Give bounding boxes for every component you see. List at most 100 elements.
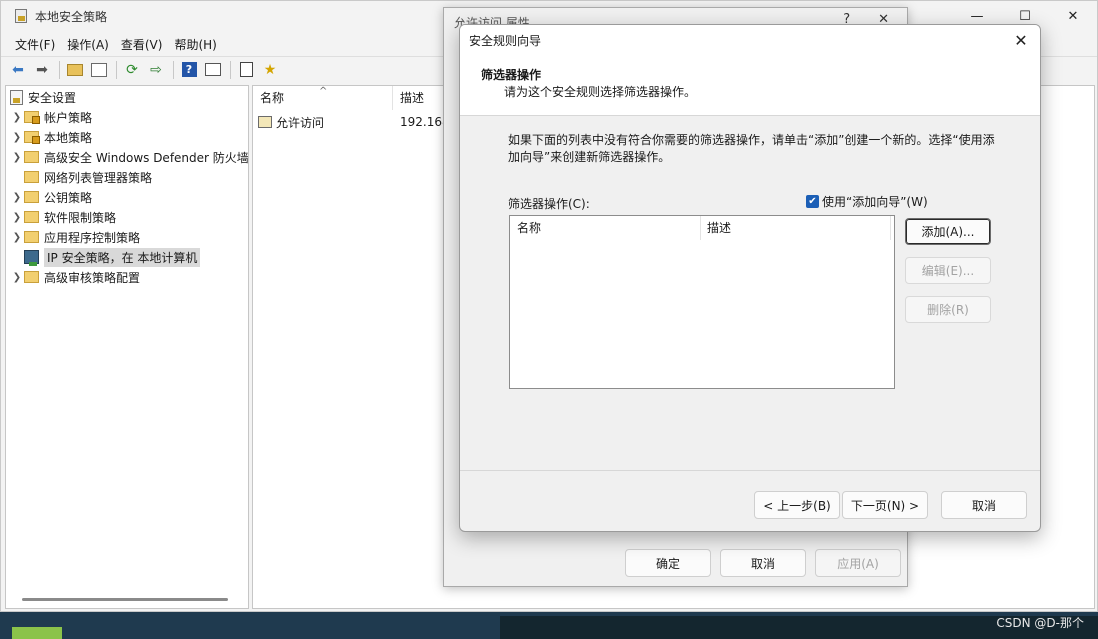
chevron-right-icon[interactable]: ❯	[10, 212, 24, 223]
column-header-label: 名称	[517, 221, 542, 235]
folder-icon	[24, 111, 40, 124]
menu-help[interactable]: 帮助(H)	[168, 36, 222, 53]
folder-icon	[24, 271, 39, 283]
cancel-button[interactable]: 取消	[941, 491, 1027, 519]
folder-icon	[24, 191, 39, 203]
tree-item-account-policies[interactable]: ❯ 帐户策略	[10, 107, 92, 127]
close-icon[interactable]: ✕	[1006, 27, 1036, 53]
desktop-icon[interactable]	[12, 627, 62, 639]
action-pane-button[interactable]	[202, 59, 224, 81]
show-hide-tree-button[interactable]	[88, 59, 110, 81]
close-button[interactable]: ✕	[1049, 1, 1097, 31]
sort-ascending-icon: ^	[319, 86, 328, 97]
menu-view[interactable]: 查看(V)	[115, 36, 169, 53]
tree-label: 高级审核策略配置	[44, 270, 141, 285]
tree-label: 安全设置	[28, 90, 77, 105]
tree-label: IP 安全策略，在 本地计算机	[44, 247, 201, 267]
column-header-description[interactable]: 描述	[393, 86, 424, 110]
chevron-right-icon[interactable]: ❯	[10, 152, 24, 163]
tree-item-network-list[interactable]: 网络列表管理器策略	[10, 167, 152, 187]
wizard-description: 如果下面的列表中没有符合你需要的筛选器操作，请单击“添加”创建一个新的。选择“使…	[508, 133, 995, 164]
menu-action[interactable]: 操作(A)	[61, 36, 115, 53]
chevron-right-icon[interactable]: ❯	[10, 112, 24, 123]
filter-action-icon	[258, 116, 272, 128]
toolbar-separator	[116, 60, 117, 79]
wizard-step-title: 筛选器操作	[481, 68, 542, 82]
help-button[interactable]: ?	[178, 59, 200, 81]
up-one-level-button[interactable]	[64, 59, 86, 81]
chevron-right-icon[interactable]: ❯	[10, 272, 24, 283]
filter-action-list-label: 筛选器操作(C):	[508, 197, 590, 211]
tree-item-public-key[interactable]: ❯ 公钥策略	[10, 187, 92, 207]
wizard-title: 安全规则向导	[469, 33, 542, 48]
tree-label: 本地策略	[44, 130, 93, 145]
apply-button[interactable]: 应用(A)	[815, 549, 901, 577]
folder-up-icon	[67, 63, 83, 76]
security-rule-wizard: 安全规则向导 ✕ 筛选器操作 请为这个安全规则选择筛选器操作。 如果下面的列表中…	[459, 24, 1041, 532]
folder-icon	[24, 131, 40, 144]
column-header-label: 描述	[400, 91, 425, 105]
refresh-button[interactable]: ⟳	[121, 59, 143, 81]
tree-item-local-policies[interactable]: ❯ 本地策略	[10, 127, 92, 147]
list-item[interactable]: 允许访问 192.168	[258, 113, 450, 131]
security-settings-icon	[10, 89, 23, 105]
arrow-right-icon: ➡	[36, 61, 48, 78]
folder-icon	[24, 211, 39, 223]
tree-label: 应用程序控制策略	[44, 230, 141, 245]
security-policy-icon	[15, 9, 27, 23]
tree-label: 高级安全 Windows Defender 防火墙	[44, 150, 249, 165]
toolbar-separator	[173, 60, 174, 79]
tree-item-ipsec[interactable]: IP 安全策略，在 本地计算机	[10, 247, 201, 267]
tree-label: 软件限制策略	[44, 210, 117, 225]
folder-icon	[24, 171, 39, 183]
star-icon: ★	[263, 61, 277, 78]
export-list-button[interactable]: ⇨	[145, 59, 167, 81]
column-header-label: 名称	[260, 91, 285, 105]
arrow-left-icon: ⬅	[12, 61, 24, 78]
column-header-name[interactable]: ^ 名称	[253, 86, 393, 110]
tree-item-software-restriction[interactable]: ❯ 软件限制策略	[10, 207, 116, 227]
help-icon: ?	[181, 62, 197, 77]
console-tree[interactable]: 安全设置 ❯ 帐户策略 ❯ 本地策略 ❯ 高级安全 Windows Defend…	[5, 85, 249, 609]
column-header-label: 描述	[707, 221, 732, 235]
toolbar-separator	[230, 60, 231, 79]
wizard-header: 筛选器操作 请为这个安全规则选择筛选器操作。	[460, 55, 1040, 116]
delete-button[interactable]: 删除(R)	[905, 296, 991, 323]
forward-button[interactable]: ➡	[31, 59, 53, 81]
ok-button[interactable]: 确定	[625, 549, 711, 577]
menu-file[interactable]: 文件(F)	[9, 36, 61, 53]
chevron-right-icon[interactable]: ❯	[10, 192, 24, 203]
folder-icon	[24, 151, 39, 163]
next-button[interactable]: 下一页(N) >	[842, 491, 928, 519]
add-button[interactable]: 添加(A)...	[905, 218, 991, 245]
tree-label: 帐户策略	[44, 110, 93, 125]
back-button[interactable]: < 上一步(B)	[754, 491, 840, 519]
wizard-title-bar[interactable]: 安全规则向导 ✕	[460, 25, 1040, 55]
refresh-icon: ⟳	[126, 61, 138, 78]
tree-item-advanced-audit[interactable]: ❯ 高级审核策略配置	[10, 267, 140, 287]
new-policy-button[interactable]	[235, 59, 257, 81]
edit-button[interactable]: 编辑(E)...	[905, 257, 991, 284]
tree-root[interactable]: 安全设置	[10, 87, 76, 107]
assign-policy-button[interactable]: ★	[259, 59, 281, 81]
back-button[interactable]: ⬅	[7, 59, 29, 81]
tree-label: 公钥策略	[44, 190, 93, 205]
list-item-name: 允许访问	[276, 115, 325, 130]
ipsec-policy-icon	[24, 250, 39, 266]
export-icon: ⇨	[150, 61, 162, 78]
toolbar-separator	[59, 60, 60, 79]
wizard-step-subtitle: 请为这个安全规则选择筛选器操作。	[504, 85, 697, 99]
folder-icon	[24, 231, 39, 243]
column-header-name[interactable]: 名称	[510, 216, 701, 240]
checkmark-icon[interactable]: ✔	[806, 195, 819, 208]
tree-item-firewall[interactable]: ❯ 高级安全 Windows Defender 防火墙	[10, 147, 249, 167]
chevron-right-icon[interactable]: ❯	[10, 132, 24, 143]
use-add-wizard-checkbox[interactable]: ✔ 使用“添加向导”(W)	[806, 193, 928, 210]
tree-item-app-control[interactable]: ❯ 应用程序控制策略	[10, 227, 140, 247]
filter-action-list[interactable]: 名称 描述	[509, 215, 895, 389]
pane-icon	[205, 63, 221, 76]
horizontal-scrollbar[interactable]	[22, 598, 228, 601]
cancel-button[interactable]: 取消	[720, 549, 806, 577]
column-header-description[interactable]: 描述	[701, 216, 891, 240]
chevron-right-icon[interactable]: ❯	[10, 232, 24, 243]
